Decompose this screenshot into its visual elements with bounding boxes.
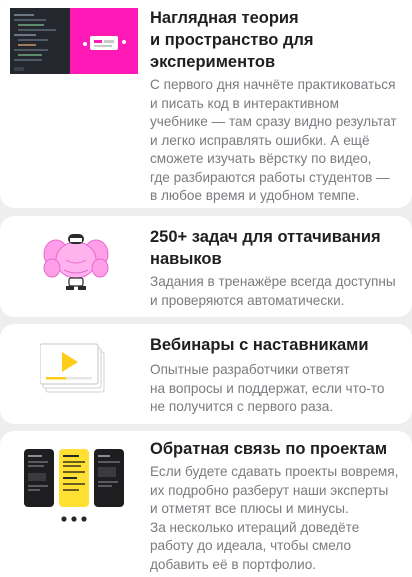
feature-title: Обратная связь по проектам (150, 440, 388, 458)
feature-card-tasks: 250+ задач для оттачивания навыков Задан… (0, 216, 412, 317)
features-list: Наглядная теория и пространство для эксп… (0, 0, 412, 577)
feature-title: 250+ задач для оттачивания навыков (150, 228, 381, 268)
code-editor-preview-image (10, 8, 138, 74)
feature-title: Вебинары с наставниками (150, 336, 369, 354)
feature-description: Если будете сдавать проекты вовремя, их … (150, 464, 399, 572)
feature-title: Наглядная теория и пространство для эксп… (150, 9, 314, 71)
project-review-screens-image (22, 443, 126, 527)
feature-description: Опытные разработчики ответят на вопросы … (150, 362, 385, 414)
feature-card-webinars: Вебинары с наставниками Опытные разработ… (0, 324, 412, 424)
feature-description: С первого дня начнёте практиковаться и п… (150, 77, 397, 203)
feature-card-theory: Наглядная теория и пространство для эксп… (0, 0, 412, 208)
muscle-character-image (42, 230, 110, 292)
feature-description: Задания в тренажёре всегда доступны и пр… (150, 274, 396, 308)
video-play-icon (40, 340, 110, 396)
feature-card-feedback: Обратная связь по проектам Если будете с… (0, 431, 412, 577)
